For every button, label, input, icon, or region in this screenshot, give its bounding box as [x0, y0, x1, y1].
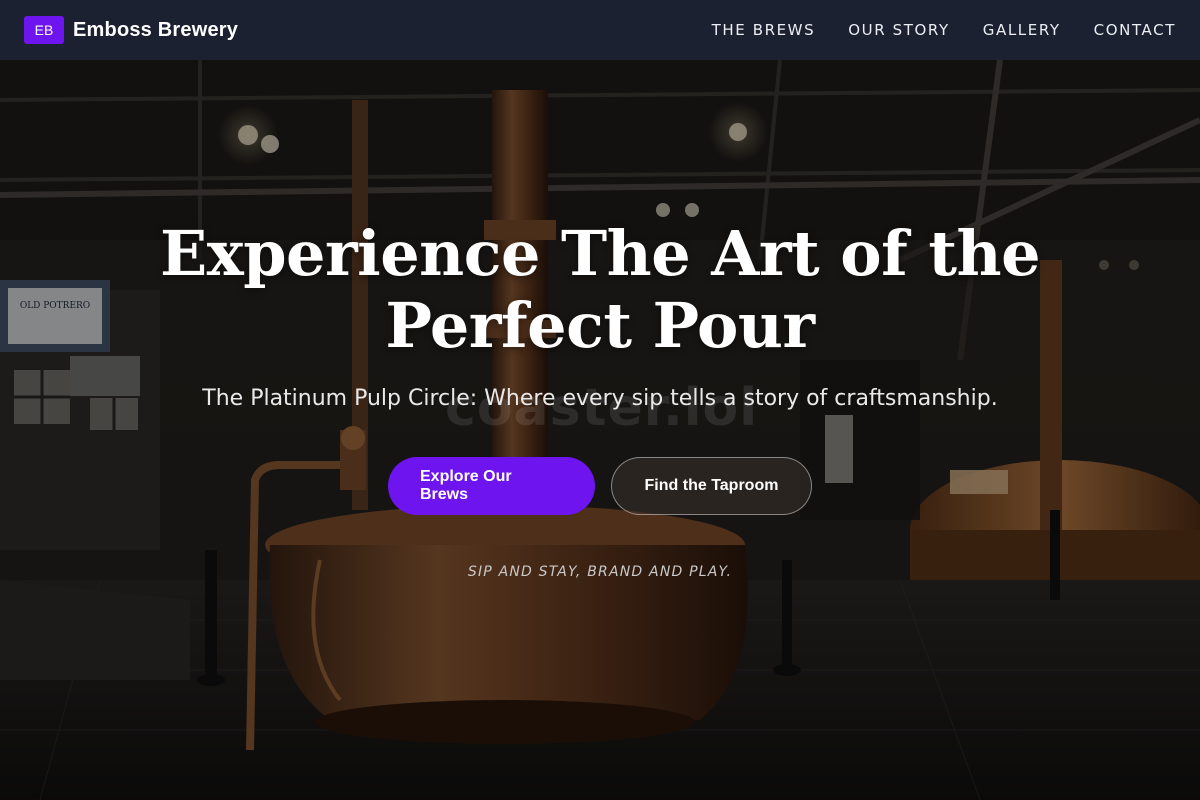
- brand-name: Emboss Brewery: [73, 18, 239, 41]
- hero-content: Experience The Art of the Perfect Pour T…: [0, 60, 1200, 800]
- cta-button-group: Explore Our Brews Find the Taproom: [0, 457, 1200, 515]
- site-header: EB Emboss Brewery THE BREWS OUR STORY GA…: [0, 0, 1200, 60]
- hero-title: Experience The Art of the Perfect Pour: [159, 217, 1041, 362]
- nav-link-our-story[interactable]: OUR STORY: [848, 21, 950, 39]
- hero-section: OLD POTRERO coaster.lol Experience The A…: [0, 60, 1200, 800]
- nav-link-gallery[interactable]: GALLERY: [983, 21, 1061, 39]
- explore-brews-button[interactable]: Explore Our Brews: [388, 457, 595, 515]
- hero-subtitle: The Platinum Pulp Circle: Where every si…: [202, 386, 998, 411]
- brand-badge: EB: [24, 16, 64, 44]
- find-taproom-button[interactable]: Find the Taproom: [611, 457, 812, 515]
- main-nav: THE BREWS OUR STORY GALLERY CONTACT: [712, 21, 1176, 39]
- nav-link-contact[interactable]: CONTACT: [1094, 21, 1176, 39]
- brand-logo-link[interactable]: EB Emboss Brewery: [24, 16, 238, 44]
- nav-link-the-brews[interactable]: THE BREWS: [712, 21, 816, 39]
- hero-tagline: Sip and stay, brand and play.: [467, 564, 733, 580]
